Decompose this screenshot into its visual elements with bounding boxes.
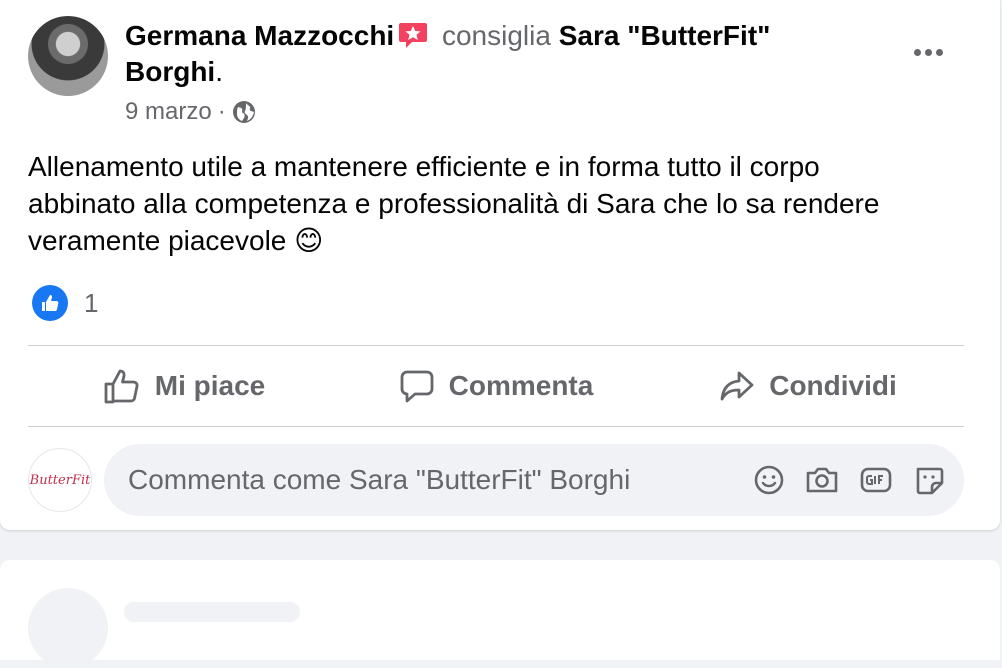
post-date[interactable]: 9 marzo bbox=[125, 98, 212, 126]
action-bar: Mi piace Commenta Condividi bbox=[28, 346, 964, 426]
like-count[interactable]: 1 bbox=[84, 288, 98, 319]
skeleton-avatar bbox=[28, 588, 108, 668]
share-label: Condividi bbox=[769, 370, 897, 401]
dot-icon bbox=[935, 48, 943, 56]
author-avatar[interactable] bbox=[28, 16, 108, 96]
post-body-line-last: veramente piacevole 😊 bbox=[28, 222, 978, 259]
recommend-verb: consiglia bbox=[441, 20, 551, 51]
post-body-line: Allenamento utile a mantenere efficiente… bbox=[28, 151, 820, 182]
post-meta: 9 marzo · bbox=[125, 98, 256, 126]
comment-tools bbox=[752, 463, 948, 497]
meta-separator: · bbox=[217, 98, 226, 125]
header-period: . bbox=[215, 56, 223, 87]
recommend-icon bbox=[399, 23, 428, 48]
post-header: Germana Mazzocchi consiglia Sara "Butter… bbox=[125, 18, 845, 90]
comment-label: Commenta bbox=[448, 370, 594, 401]
gif-icon[interactable] bbox=[858, 463, 894, 497]
share-icon bbox=[720, 371, 754, 401]
dot-icon bbox=[913, 48, 921, 56]
more-options-button[interactable] bbox=[904, 30, 952, 74]
comment-composer: ButterFit Commenta come Sara "ButterFit"… bbox=[28, 444, 964, 516]
dot-icon bbox=[924, 48, 932, 56]
commenter-avatar-label: ButterFit bbox=[29, 472, 91, 488]
divider bbox=[28, 426, 964, 427]
comment-input[interactable]: Commenta come Sara "ButterFit" Borghi bbox=[104, 444, 964, 516]
comment-button[interactable]: Commenta bbox=[340, 346, 652, 426]
post-body-line: veramente piacevole bbox=[28, 225, 287, 256]
emoji-icon[interactable] bbox=[752, 463, 786, 497]
camera-icon[interactable] bbox=[804, 463, 840, 497]
page-name-line2[interactable]: Borghi bbox=[125, 56, 215, 87]
post-body: Allenamento utile a mantenere efficiente… bbox=[28, 148, 978, 259]
post-card: Germana Mazzocchi consiglia Sara "Butter… bbox=[0, 0, 1000, 530]
like-button[interactable]: Mi piace bbox=[28, 346, 340, 426]
like-reaction-icon bbox=[32, 285, 68, 321]
page-name[interactable]: Sara "ButterFit" bbox=[559, 20, 771, 51]
smile-emoji: 😊 bbox=[294, 225, 324, 256]
globe-icon bbox=[232, 101, 255, 123]
comment-icon bbox=[400, 370, 434, 403]
share-button[interactable]: Condividi bbox=[652, 346, 964, 426]
like-label: Mi piace bbox=[154, 370, 266, 401]
skeleton-line bbox=[124, 602, 300, 622]
thumbs-up-icon bbox=[104, 369, 139, 404]
post-body-line: abbinato alla competenza e professionali… bbox=[28, 188, 880, 219]
author-name[interactable]: Germana Mazzocchi bbox=[125, 20, 394, 51]
next-post-skeleton bbox=[0, 560, 1000, 668]
comment-placeholder: Commenta come Sara "ButterFit" Borghi bbox=[128, 464, 631, 495]
sticker-icon[interactable] bbox=[912, 463, 948, 497]
reactions-summary[interactable]: 1 bbox=[32, 285, 98, 321]
commenter-avatar[interactable]: ButterFit bbox=[28, 448, 92, 512]
